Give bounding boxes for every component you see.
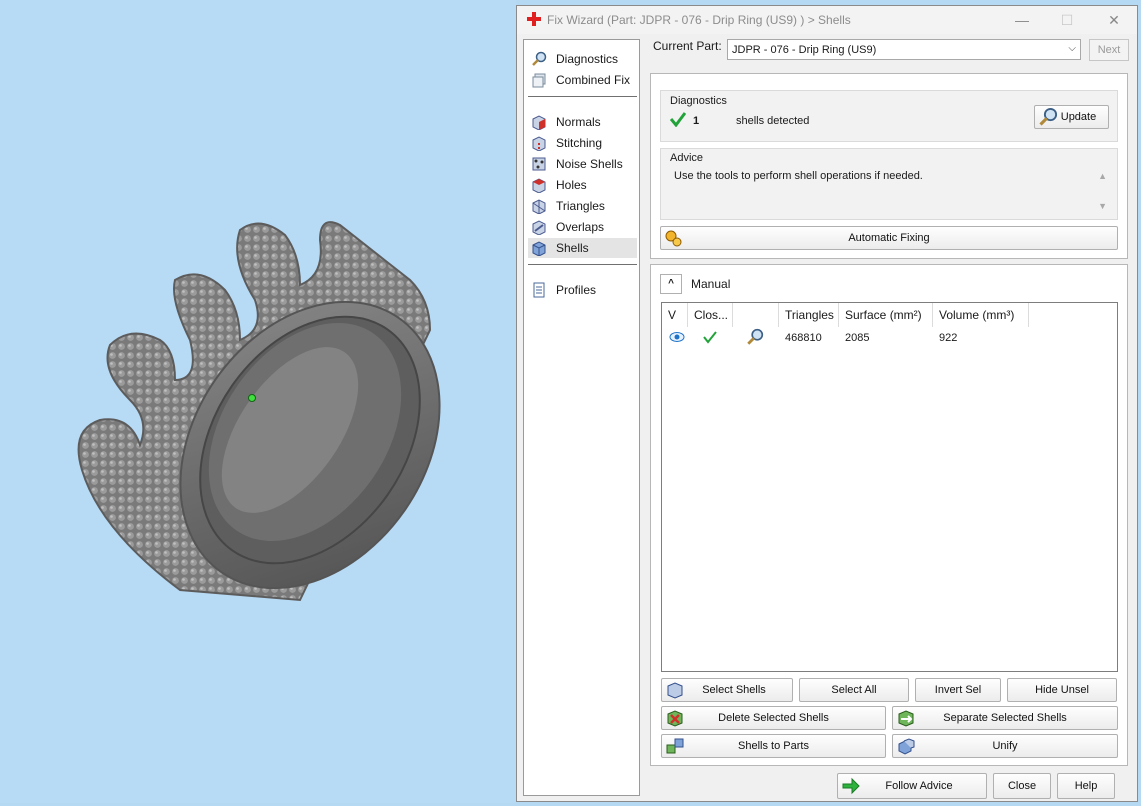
current-part-dropdown[interactable]: JDPR - 076 - Drip Ring (US9) ⌵ <box>727 39 1081 60</box>
check-icon <box>703 331 717 344</box>
advice-text: Use the tools to perform shell operation… <box>674 170 923 182</box>
triangles-cube-icon <box>532 199 546 214</box>
shell-count: 1 <box>693 115 700 127</box>
select-shell-cube-icon <box>667 682 683 699</box>
scroll-down-icon[interactable]: ▼ <box>1098 201 1107 211</box>
hide-unsel-button[interactable]: Hide Unsel <box>1007 678 1117 702</box>
separate-selected-shells-button[interactable]: Separate Selected Shells <box>892 706 1118 730</box>
nav-item-profiles[interactable]: Profiles <box>528 280 637 300</box>
ring-model[interactable] <box>0 0 516 803</box>
document-icon <box>533 282 545 298</box>
current-part-label: Current Part: <box>653 39 722 53</box>
gears-icon <box>665 230 682 247</box>
diagnostics-title: Diagnostics <box>670 95 727 107</box>
column-header-closed[interactable]: Clos... <box>688 303 733 327</box>
green-arrow-icon <box>842 777 860 795</box>
diagnostics-group: Diagnostics 1 shells detected Update <box>660 90 1118 142</box>
magnifier-icon <box>1039 107 1058 126</box>
separate-cube-icon <box>898 710 914 727</box>
shells-to-parts-icon <box>666 738 684 754</box>
column-header-visible[interactable]: V <box>662 303 688 327</box>
update-button[interactable]: Update <box>1034 105 1109 129</box>
delete-cube-icon <box>667 710 683 727</box>
stitching-cube-icon <box>532 136 546 151</box>
invert-sel-button[interactable]: Invert Sel <box>915 678 1001 702</box>
automatic-fixing-button[interactable]: Automatic Fixing <box>660 226 1118 250</box>
delete-selected-shells-button[interactable]: Delete Selected Shells <box>661 706 886 730</box>
diagnostics-panel: Diagnostics 1 shells detected Update Adv… <box>650 73 1128 259</box>
shells-to-parts-button[interactable]: Shells to Parts <box>661 734 886 758</box>
column-header-tool[interactable] <box>733 303 779 327</box>
unify-button[interactable]: Unify <box>892 734 1118 758</box>
help-button[interactable]: Help <box>1057 773 1115 799</box>
diagnostics-text: shells detected <box>736 115 810 127</box>
holes-cube-icon <box>532 178 546 193</box>
nav-item-noise-shells[interactable]: Noise Shells <box>528 154 637 174</box>
follow-advice-button[interactable]: Follow Advice <box>837 773 987 799</box>
maximize-button[interactable]: ☐ <box>1052 10 1082 30</box>
select-all-button[interactable]: Select All <box>799 678 909 702</box>
cell-surface: 2085 <box>845 332 870 344</box>
minimize-button[interactable]: — <box>1007 10 1037 30</box>
nav-separator <box>528 264 637 265</box>
chevron-down-icon: ⌵ <box>1068 43 1076 54</box>
column-header-volume[interactable]: Volume (mm³) <box>933 303 1029 327</box>
nav-item-normals[interactable]: Normals <box>528 112 637 132</box>
scroll-up-icon[interactable]: ▲ <box>1098 171 1107 181</box>
nav-item-diagnostics[interactable]: Diagnostics <box>528 49 637 69</box>
column-header-surface[interactable]: Surface (mm²) <box>839 303 933 327</box>
fix-category-list: Diagnostics Combined Fix Normals Stitchi… <box>523 39 640 796</box>
unify-cube-icon <box>898 738 915 755</box>
cube-stack-icon <box>532 73 546 88</box>
select-shells-button[interactable]: Select Shells <box>661 678 793 702</box>
nav-item-overlaps[interactable]: Overlaps <box>528 217 637 237</box>
close-button[interactable]: Close <box>993 773 1051 799</box>
noise-shells-icon <box>532 157 546 171</box>
nav-item-shells[interactable]: Shells <box>528 238 637 258</box>
manual-title: Manual <box>691 277 731 291</box>
check-icon <box>670 112 686 127</box>
column-header-triangles[interactable]: Triangles <box>779 303 839 327</box>
current-part-value: JDPR - 076 - Drip Ring (US9) <box>732 44 877 56</box>
next-button[interactable]: Next <box>1089 39 1129 61</box>
collapse-button[interactable]: ^ <box>660 274 682 294</box>
cell-volume: 922 <box>939 332 958 344</box>
nav-item-combined-fix[interactable]: Combined Fix <box>528 70 637 90</box>
magnifier-icon[interactable] <box>746 328 764 346</box>
eye-icon[interactable] <box>669 331 685 343</box>
shells-table[interactable]: V Clos... Triangles Surface (mm²) Volume… <box>661 302 1118 672</box>
nav-item-triangles[interactable]: Triangles <box>528 196 637 216</box>
advice-group: Advice Use the tools to perform shell op… <box>660 148 1118 220</box>
shells-cube-icon <box>532 241 546 256</box>
nav-item-stitching[interactable]: Stitching <box>528 133 637 153</box>
advice-title: Advice <box>670 152 704 164</box>
red-cross-icon <box>527 12 541 26</box>
normals-cube-icon <box>532 115 546 130</box>
title-bar: Fix Wizard (Part: JDPR - 076 - Drip Ring… <box>517 6 1137 34</box>
cell-triangles: 468810 <box>785 332 822 344</box>
overlaps-cube-icon <box>532 220 546 235</box>
magnifier-icon <box>532 51 547 66</box>
close-window-button[interactable]: ✕ <box>1099 10 1129 30</box>
window-title: Fix Wizard (Part: JDPR - 076 - Drip Ring… <box>547 13 851 27</box>
nav-item-holes[interactable]: Holes <box>528 175 637 195</box>
3d-viewport[interactable] <box>0 0 516 803</box>
manual-panel: ^ Manual V Clos... Triangles Surface (mm… <box>650 264 1128 766</box>
fix-wizard-window: Fix Wizard (Part: JDPR - 076 - Drip Ring… <box>516 5 1138 802</box>
nav-separator <box>528 96 637 97</box>
